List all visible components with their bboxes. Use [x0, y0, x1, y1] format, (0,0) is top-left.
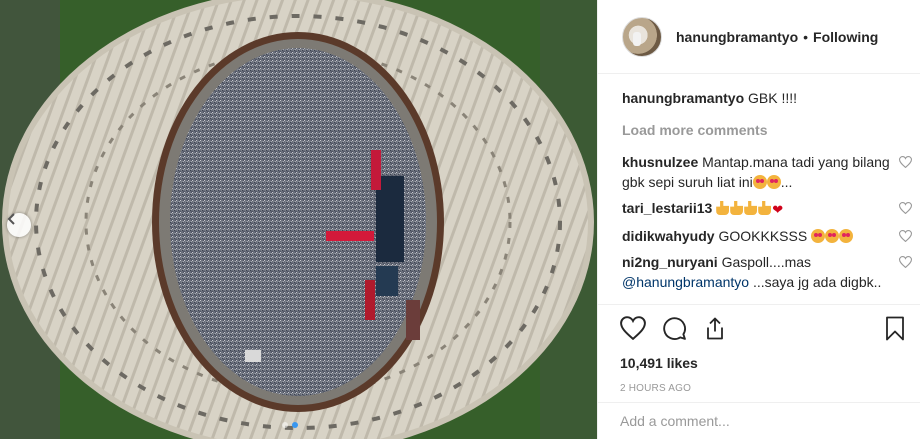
caption-text: GBK !!!!: [748, 90, 798, 106]
chevron-left-icon: [7, 213, 15, 225]
comment-text-continued: ...saya jg ada digbk..: [752, 274, 882, 290]
like-comment-heart-icon[interactable]: [899, 230, 912, 242]
previous-photo-button[interactable]: [7, 213, 31, 237]
heart-eyes-emoji-icon: [766, 175, 781, 189]
heart-eyes-emoji-icon: [825, 229, 840, 243]
like-comment-heart-icon[interactable]: [899, 256, 912, 268]
heart-eyes-emoji-icon: [811, 229, 826, 243]
thumbs-up-emoji-icon: [716, 201, 730, 215]
heart-eyes-emoji-icon: [752, 175, 767, 189]
comment-text: Gaspoll....mas: [721, 254, 812, 270]
add-comment-input[interactable]: [620, 413, 900, 429]
carousel-indicator: [282, 422, 298, 428]
following-button[interactable]: Following: [813, 29, 878, 45]
likes-count[interactable]: 10,491 likes: [620, 355, 905, 371]
carousel-dot-active: [292, 422, 298, 428]
thumbs-up-emoji-icon: [758, 201, 772, 215]
share-icon[interactable]: [703, 316, 727, 341]
thumbs-up-emoji-icon: [744, 201, 758, 215]
load-more-comments-button[interactable]: Load more comments: [622, 122, 912, 138]
comment-username[interactable]: ni2ng_nuryani: [622, 254, 718, 270]
thumbs-up-emoji-icon: [730, 201, 744, 215]
caption-username[interactable]: hanungbramantyo: [622, 90, 744, 106]
carousel-dot: [282, 422, 288, 428]
comment-item: khusnulzee Mantap.mana tadi yang bilang …: [622, 152, 912, 192]
header-username[interactable]: hanungbramantyo: [676, 29, 798, 45]
comment-item: ni2ng_nuryani Gaspoll....mas @hanungbram…: [622, 252, 912, 292]
red-heart-emoji-icon: ❤: [772, 202, 784, 217]
post-timestamp[interactable]: 2 HOURS AGO: [620, 383, 905, 394]
stadium-aerial-image: [0, 0, 597, 439]
bookmark-icon[interactable]: [885, 316, 905, 341]
like-comment-heart-icon[interactable]: [899, 202, 912, 214]
avatar[interactable]: [622, 16, 662, 57]
comment-icon[interactable]: [662, 316, 687, 341]
comment-text: GOOKKKSSS: [718, 228, 808, 244]
post-photo[interactable]: [0, 0, 597, 439]
comment-item: tari_lestarii13 ❤: [622, 198, 912, 220]
header-separator: •: [803, 28, 809, 45]
post-actions: 10,491 likes 2 HOURS AGO: [598, 304, 920, 394]
comment-username[interactable]: didikwahyudy: [622, 228, 715, 244]
post-header: hanungbramantyo • Following: [598, 0, 920, 74]
comments-list: hanungbramantyo GBK !!!! Load more comme…: [622, 88, 912, 298]
post-sidebar: hanungbramantyo • Following hanungbraman…: [597, 0, 920, 439]
heart-eyes-emoji-icon: [839, 229, 854, 243]
comment-item: didikwahyudy GOOKKKSSS: [622, 226, 912, 246]
comment-trail: ...: [780, 174, 793, 190]
heart-icon[interactable]: [620, 316, 646, 340]
post-caption: hanungbramantyo GBK !!!!: [622, 88, 912, 108]
like-comment-heart-icon[interactable]: [899, 156, 912, 168]
action-icons: [620, 315, 905, 341]
comment-mention-link[interactable]: @hanungbramantyo: [622, 274, 749, 290]
add-comment-section: [598, 402, 920, 439]
comment-username[interactable]: tari_lestarii13: [622, 200, 712, 216]
comment-username[interactable]: khusnulzee: [622, 154, 698, 170]
